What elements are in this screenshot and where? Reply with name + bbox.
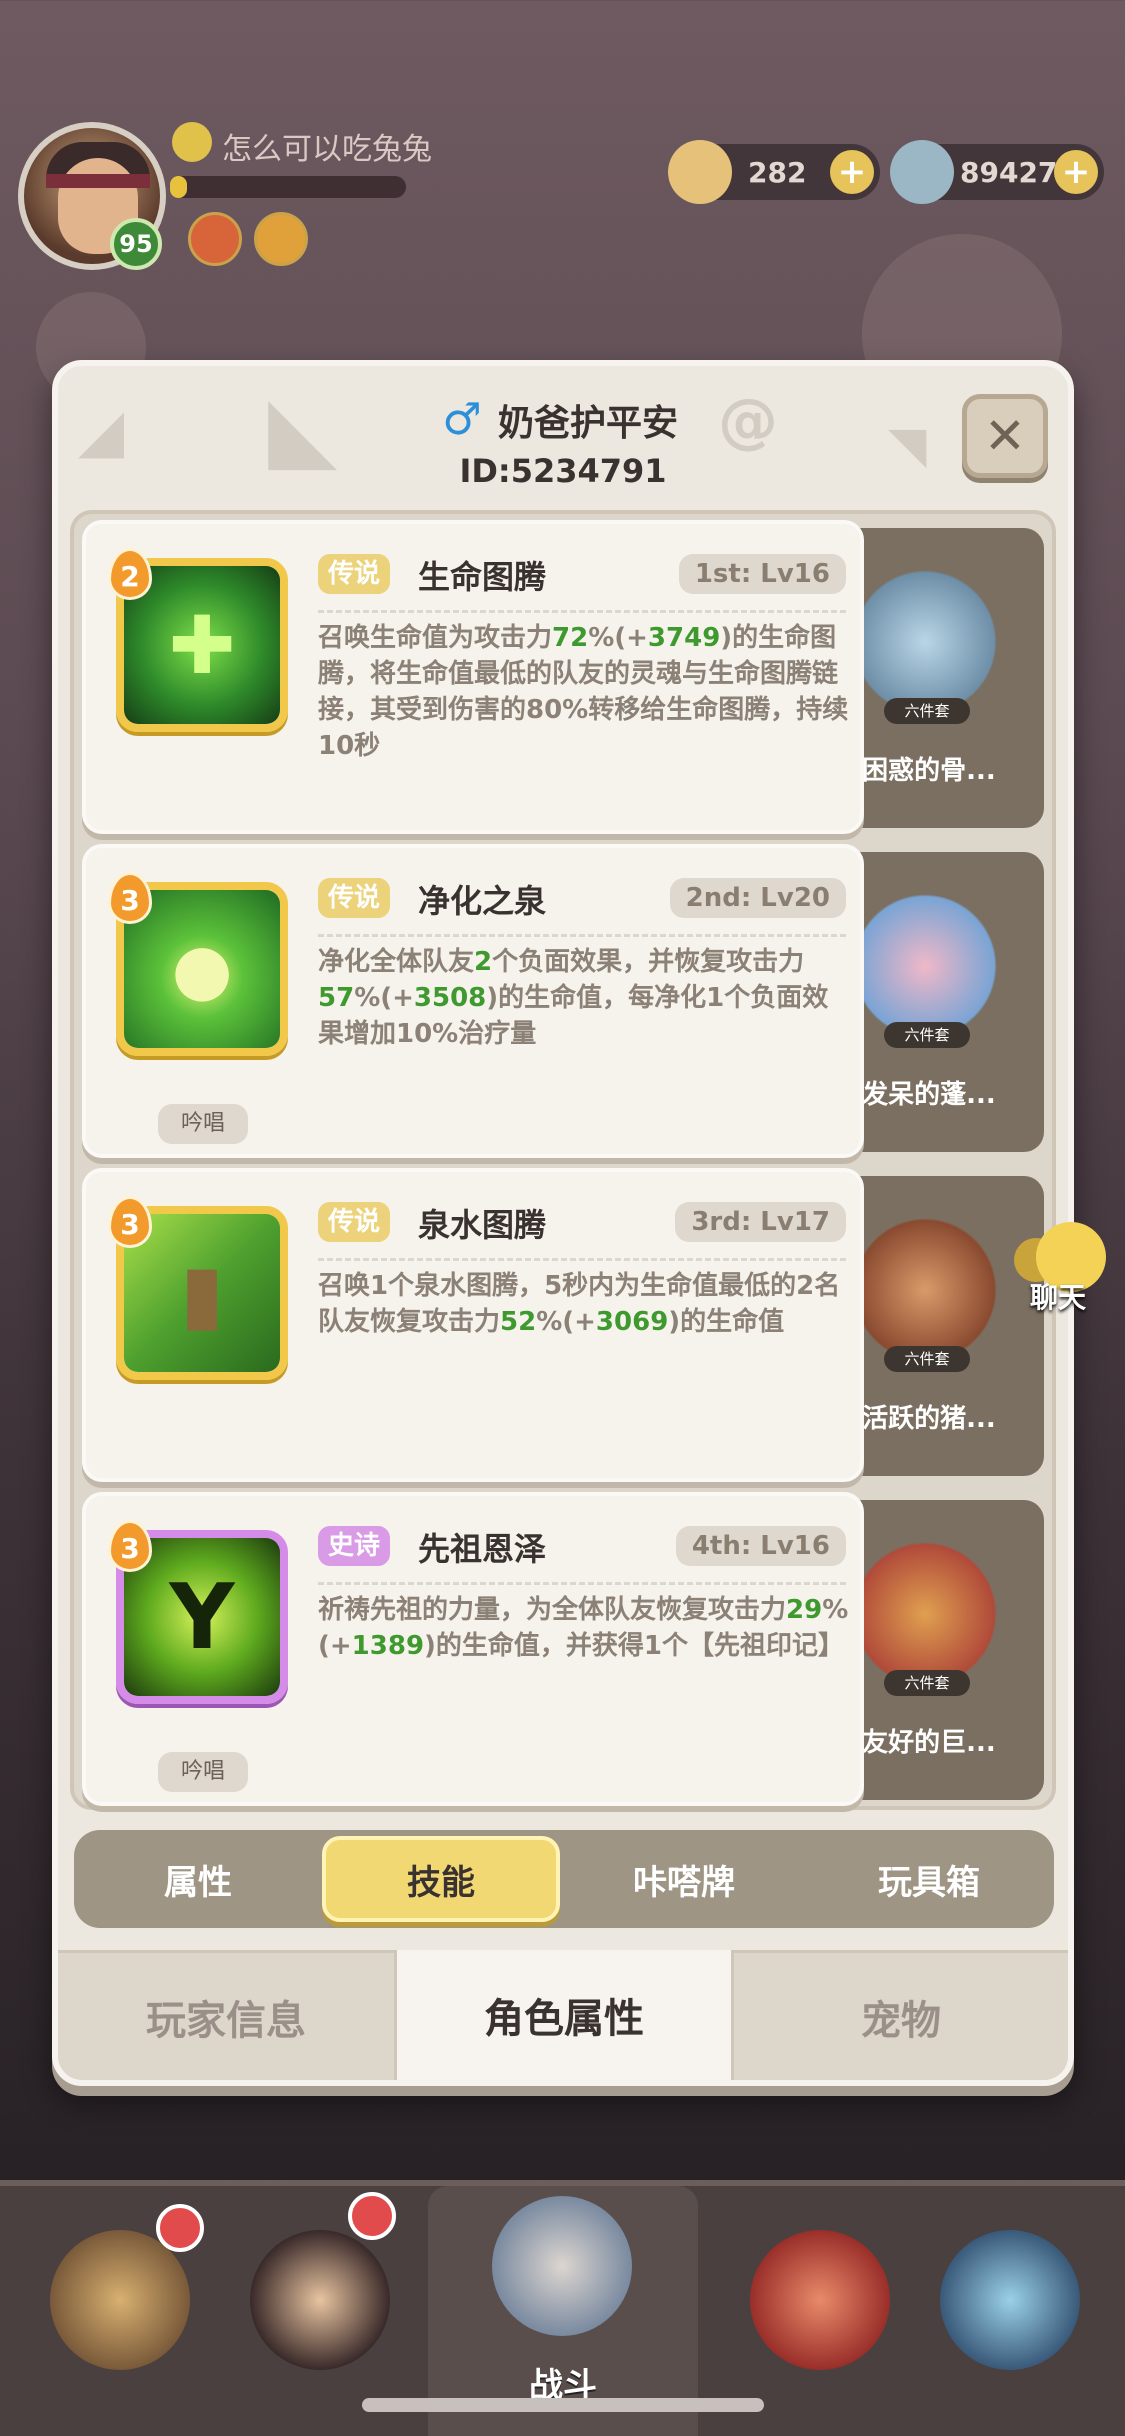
rarity-tag: 传说 bbox=[318, 878, 391, 918]
swirl-deco-icon: @ bbox=[718, 386, 778, 456]
player-name: 怎么可以吃兔兔 bbox=[222, 132, 432, 167]
main-tab-bar: 玩家信息 角色属性 宠物 bbox=[58, 1950, 1068, 2080]
energy-cost-badge: 3 bbox=[108, 1520, 152, 1572]
tab-attributes[interactable]: 属性 bbox=[74, 1830, 322, 1928]
skill-name: 生命图腾 bbox=[418, 558, 547, 596]
pet-set-tag: 六件套 bbox=[884, 1346, 970, 1372]
player-level-badge: 95 bbox=[110, 218, 162, 270]
tab-pets[interactable]: 宠物 bbox=[734, 1950, 1068, 2080]
shell-currency[interactable]: 282 + bbox=[668, 140, 880, 204]
nav-item-hero[interactable] bbox=[30, 2204, 210, 2390]
notification-bell-icon bbox=[348, 2192, 396, 2240]
gem-icon bbox=[890, 140, 954, 204]
gem-currency[interactable]: 89427 + bbox=[890, 140, 1104, 204]
pet-dragon-icon bbox=[750, 2230, 890, 2370]
nav-item-shop[interactable] bbox=[920, 2210, 1100, 2390]
buff-icon-1[interactable] bbox=[188, 212, 242, 266]
skill-card[interactable]: Y 3 吟唱 史诗 先祖恩泽 4th: Lv16 祈祷先祖的力量，为全体队友恢复… bbox=[82, 1492, 864, 1806]
skill-slot-level: 4th: Lv16 bbox=[675, 1526, 846, 1566]
close-icon: ✕ bbox=[984, 407, 1026, 465]
caveman-icon bbox=[50, 2230, 190, 2370]
shop-chest-icon bbox=[940, 2230, 1080, 2370]
chant-tag: 吟唱 bbox=[158, 1104, 248, 1144]
skill-slot-level: 1st: Lv16 bbox=[678, 554, 846, 594]
chant-tag: 吟唱 bbox=[158, 1752, 248, 1792]
xp-bar bbox=[170, 176, 406, 198]
panel-header: ◢ ◣ @ ◥ ♂ 奶爸护平安 ID:5234791 ✕ bbox=[58, 366, 1068, 506]
pet-set-tag: 六件套 bbox=[884, 1670, 970, 1696]
skill-description: 召唤1个泉水图腾，5秒内为生命值最低的2名队友恢复攻击力52%(+3069)的生… bbox=[318, 1271, 841, 1337]
skill-card[interactable]: ● 3 吟唱 传说 净化之泉 2nd: Lv20 净化全体队友2个负面效果，并恢… bbox=[82, 844, 864, 1158]
shell-icon bbox=[668, 140, 732, 204]
skill-card[interactable]: ▮ 3 传说 泉水图腾 3rd: Lv17 召唤1个泉水图腾，5秒内为生命值最低… bbox=[82, 1168, 864, 1482]
character-icon bbox=[250, 2230, 390, 2370]
skill-slot-level: 3rd: Lv17 bbox=[675, 1202, 846, 1242]
skill-row[interactable]: 六件套 活跃的猪... ▮ 3 传说 泉水图腾 3rd: Lv17 召唤1个泉水… bbox=[74, 1168, 1052, 1486]
chat-label[interactable]: 聊天 bbox=[1030, 1276, 1086, 1316]
energy-cost-badge: 3 bbox=[108, 1196, 152, 1248]
energy-cost-badge: 2 bbox=[108, 548, 152, 600]
tab-toybox[interactable]: 玩具箱 bbox=[804, 1830, 1054, 1928]
skill-name: 净化之泉 bbox=[418, 882, 547, 920]
rarity-tag: 史诗 bbox=[318, 1526, 391, 1566]
rarity-tag: 传说 bbox=[318, 1202, 391, 1242]
add-shells-button[interactable]: + bbox=[830, 150, 874, 194]
skill-description: 召唤生命值为攻击力72%(+3749)的生命图腾，将生命值最低的队友的灵魂与生命… bbox=[318, 623, 849, 761]
pet-set-tag: 六件套 bbox=[884, 1022, 970, 1048]
player-id: ID:5234791 bbox=[459, 452, 667, 490]
tab-character-attributes[interactable]: 角色属性 bbox=[394, 1950, 734, 2080]
skill-row[interactable]: 六件套 友好的巨... Y 3 吟唱 史诗 先祖恩泽 4th: Lv16 祈祷先… bbox=[74, 1492, 1052, 1810]
energy-cost-badge: 3 bbox=[108, 872, 152, 924]
skill-card[interactable]: ✚ 2 传说 生命图腾 1st: Lv16 召唤生命值为攻击力72%(+3749… bbox=[82, 520, 864, 834]
skill-description: 净化全体队友2个负面效果，并恢复攻击力57%(+3508)的生命值，每净化1个负… bbox=[318, 947, 829, 1049]
shell-amount: 282 bbox=[748, 155, 807, 189]
skill-row[interactable]: 六件套 发呆的蓬... ● 3 吟唱 传说 净化之泉 2nd: Lv20 净化全… bbox=[74, 844, 1052, 1162]
sub-tab-bar: 属性 技能 咔嗒牌 玩具箱 bbox=[74, 1830, 1054, 1928]
close-button[interactable]: ✕ bbox=[962, 394, 1048, 478]
tab-player-info[interactable]: 玩家信息 bbox=[58, 1950, 394, 2080]
gem-amount: 89427 bbox=[960, 155, 1058, 189]
pet-set-tag: 六件套 bbox=[884, 698, 970, 724]
rarity-tag: 传说 bbox=[318, 554, 391, 594]
player-detail-panel: ◢ ◣ @ ◥ ♂ 奶爸护平安 ID:5234791 ✕ 六件套 困惑的骨...… bbox=[52, 360, 1074, 2086]
skills-list[interactable]: 六件套 困惑的骨... ✚ 2 传说 生命图腾 1st: Lv16 召唤生命值为… bbox=[70, 510, 1056, 1810]
tab-skills[interactable]: 技能 bbox=[322, 1836, 560, 1922]
nav-item-pets[interactable] bbox=[730, 2210, 910, 2390]
tab-cards[interactable]: 咔嗒牌 bbox=[564, 1830, 804, 1928]
skill-description: 祈祷先祖的力量，为全体队友恢复攻击力29%(+1389)的生命值，并获得1个【先… bbox=[318, 1595, 849, 1661]
player-nickname: 奶爸护平安 bbox=[498, 403, 679, 444]
home-indicator[interactable] bbox=[362, 2398, 764, 2412]
skill-row[interactable]: 六件套 困惑的骨... ✚ 2 传说 生命图腾 1st: Lv16 召唤生命值为… bbox=[74, 520, 1052, 838]
notification-bell-icon bbox=[156, 2204, 204, 2252]
skill-name: 先祖恩泽 bbox=[418, 1530, 547, 1568]
skill-name: 泉水图腾 bbox=[418, 1206, 547, 1244]
male-gender-icon: ♂ bbox=[442, 394, 482, 445]
mood-emoji-icon bbox=[172, 122, 212, 162]
buff-icon-2[interactable] bbox=[254, 212, 308, 266]
battle-sword-icon bbox=[492, 2196, 632, 2336]
add-gems-button[interactable]: + bbox=[1054, 150, 1098, 194]
skill-slot-level: 2nd: Lv20 bbox=[669, 878, 846, 918]
nav-item-character[interactable] bbox=[230, 2192, 410, 2390]
